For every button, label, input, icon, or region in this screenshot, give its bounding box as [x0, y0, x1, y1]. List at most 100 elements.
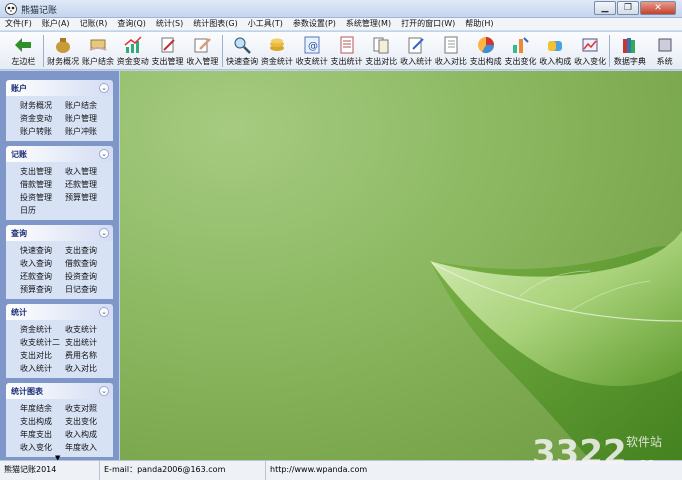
toolbar-button-16[interactable]: 收入变化 — [573, 32, 608, 69]
list-doc-icon — [337, 35, 357, 55]
nav-link[interactable]: 收入查询 — [20, 257, 65, 270]
nav-link[interactable]: 支出构成 — [20, 415, 65, 428]
nav-link[interactable]: 收入管理 — [65, 165, 115, 178]
toolbar-separator — [221, 35, 223, 67]
menu-item-10[interactable]: 帮助(H) — [460, 18, 498, 30]
nav-group-header[interactable]: 统计 ⌄ — [6, 304, 113, 320]
nav-link[interactable]: 日记查询 — [65, 283, 115, 296]
menu-item-8[interactable]: 系统管理(M) — [341, 18, 396, 30]
nav-link[interactable]: 还款管理 — [65, 178, 115, 191]
notebook-icon — [441, 35, 461, 55]
nav-link[interactable]: 预算查询 — [20, 283, 65, 296]
toolbar-button-5[interactable]: 收入管理 — [185, 32, 220, 69]
nav-link[interactable]: 收支统计二 — [20, 336, 65, 349]
menu-item-5[interactable]: 统计图表(G) — [188, 18, 242, 30]
nav-link[interactable]: 账户结余 — [65, 99, 115, 112]
nav-link[interactable]: 日历 — [20, 204, 65, 217]
nav-link[interactable]: 年度收入 — [65, 441, 115, 454]
nav-group-body: 年度结余 收支对照 支出构成 支出变化 年度支出 收入构成 收入变化 年度收入 — [6, 399, 113, 457]
menu-item-2[interactable]: 记账(R) — [75, 18, 113, 30]
toolbar-button-8[interactable]: @ 收支统计 — [294, 32, 329, 69]
pen-edit-icon — [158, 35, 178, 55]
toolbar-button-10[interactable]: 支出对比 — [364, 32, 399, 69]
collapse-chevron-icon[interactable]: ⌄ — [99, 228, 109, 238]
nav-link[interactable]: 账户管理 — [65, 112, 115, 125]
close-button[interactable]: ✕ — [640, 1, 676, 15]
nav-group-title: 查询 — [11, 229, 27, 238]
line-change-icon — [580, 35, 600, 55]
toolbar-label: 快速查询 — [226, 57, 259, 66]
bar-change-icon — [510, 35, 530, 55]
minimize-button[interactable]: ▁ — [594, 1, 616, 15]
nav-link[interactable]: 账户转账 — [20, 125, 65, 138]
toolbar-button-9[interactable]: 支出统计 — [329, 32, 364, 69]
nav-link[interactable]: 收支统计 — [65, 323, 115, 336]
toolbar-separator — [609, 35, 611, 67]
collapse-chevron-icon[interactable]: ⌄ — [99, 83, 109, 93]
nav-group-title: 统计图表 — [11, 387, 43, 396]
nav-link[interactable]: 支出统计 — [65, 336, 115, 349]
menu-item-0[interactable]: 文件(F) — [0, 18, 37, 30]
nav-link[interactable]: 收入变化 — [20, 441, 65, 454]
toolbar-button-14[interactable]: 支出变化 — [503, 32, 538, 69]
nav-link[interactable]: 借款管理 — [20, 178, 65, 191]
toolbar-button-11[interactable]: 收入统计 — [399, 32, 434, 69]
menu-item-9[interactable]: 打开的窗口(W) — [396, 18, 460, 30]
nav-link[interactable]: 预算管理 — [65, 191, 115, 204]
toolbar-button-12[interactable]: 收入对比 — [434, 32, 469, 69]
nav-link[interactable]: 资金变动 — [20, 112, 65, 125]
nav-link[interactable]: 收入对比 — [65, 362, 115, 375]
menu-item-1[interactable]: 账户(A) — [37, 18, 75, 30]
nav-link[interactable]: 费用名称 — [65, 349, 115, 362]
nav-link[interactable]: 年度支出 — [20, 428, 65, 441]
nav-link[interactable]: 收入统计 — [20, 362, 65, 375]
toolbar-button-4[interactable]: 支出管理 — [150, 32, 185, 69]
nav-link[interactable]: 年度结余 — [20, 402, 65, 415]
nav-link[interactable]: 支出对比 — [20, 349, 65, 362]
status-email: E-mail：panda2006@163.com — [100, 461, 266, 480]
window-title: 熊猫记账 — [21, 6, 58, 16]
toolbar-button-17[interactable]: 数据字典 — [612, 32, 647, 69]
nav-link[interactable]: 还款查询 — [20, 270, 65, 283]
menu-item-3[interactable]: 查询(Q) — [112, 18, 151, 30]
nav-link[interactable]: 财务概况 — [20, 99, 65, 112]
nav-group-header[interactable]: 查询 ⌄ — [6, 225, 113, 241]
collapse-chevron-icon[interactable]: ⌄ — [99, 149, 109, 159]
nav-link[interactable]: 借款查询 — [65, 257, 115, 270]
nav-link[interactable]: 收支对照 — [65, 402, 115, 415]
nav-link[interactable]: 投资查询 — [65, 270, 115, 283]
toolbar-button-7[interactable]: 资金统计 — [260, 32, 295, 69]
cylinder-chart-icon — [545, 35, 565, 55]
compare-doc-icon — [371, 35, 391, 55]
toolbar-button-2[interactable]: 账户结余 — [81, 32, 116, 69]
toolbar-button-18[interactable]: 系统 — [647, 32, 682, 69]
toolbar-label: 收支统计 — [295, 57, 328, 66]
nav-link[interactable]: 资金统计 — [20, 323, 65, 336]
maximize-button[interactable]: ❐ — [617, 1, 639, 15]
menu-item-7[interactable]: 参数设置(P) — [288, 18, 341, 30]
toolbar-button-0[interactable]: 左边栏 — [6, 32, 41, 69]
nav-group-title: 账户 — [11, 84, 27, 93]
nav-link[interactable]: 投资管理 — [20, 191, 65, 204]
menu-item-6[interactable]: 小工具(T) — [243, 18, 288, 30]
toolbar-button-6[interactable]: 快速查询 — [225, 32, 260, 69]
collapse-chevron-icon[interactable]: ⌄ — [99, 307, 109, 317]
nav-group-header[interactable]: 记账 ⌄ — [6, 146, 113, 162]
nav-link[interactable]: 支出变化 — [65, 415, 115, 428]
nav-group-header[interactable]: 账户 ⌄ — [6, 80, 113, 96]
nav-link[interactable]: 账户冲账 — [65, 125, 115, 138]
nav-link[interactable]: 快速查询 — [20, 244, 65, 257]
toolbar-button-3[interactable]: 资金变动 — [115, 32, 150, 69]
toolbar-button-13[interactable]: 支出构成 — [468, 32, 503, 69]
money-bag-icon — [53, 35, 73, 55]
menu-item-4[interactable]: 统计(S) — [151, 18, 188, 30]
toolbar-button-1[interactable]: 财务概况 — [46, 32, 81, 69]
toolbar-button-15[interactable]: 收入构成 — [538, 32, 573, 69]
nav-group-4: 统计图表 ⌄ 年度结余 收支对照 支出构成 支出变化 年度支出 收入构成 收入变化 年度收入 — [6, 383, 113, 457]
nav-link[interactable]: 支出查询 — [65, 244, 115, 257]
nav-link[interactable]: 支出管理 — [20, 165, 65, 178]
nav-link[interactable]: 收入构成 — [65, 428, 115, 441]
collapse-chevron-icon[interactable]: ⌄ — [99, 386, 109, 396]
nav-group-header[interactable]: 统计图表 ⌄ — [6, 383, 113, 399]
watermark-cc: .cc — [634, 456, 654, 472]
